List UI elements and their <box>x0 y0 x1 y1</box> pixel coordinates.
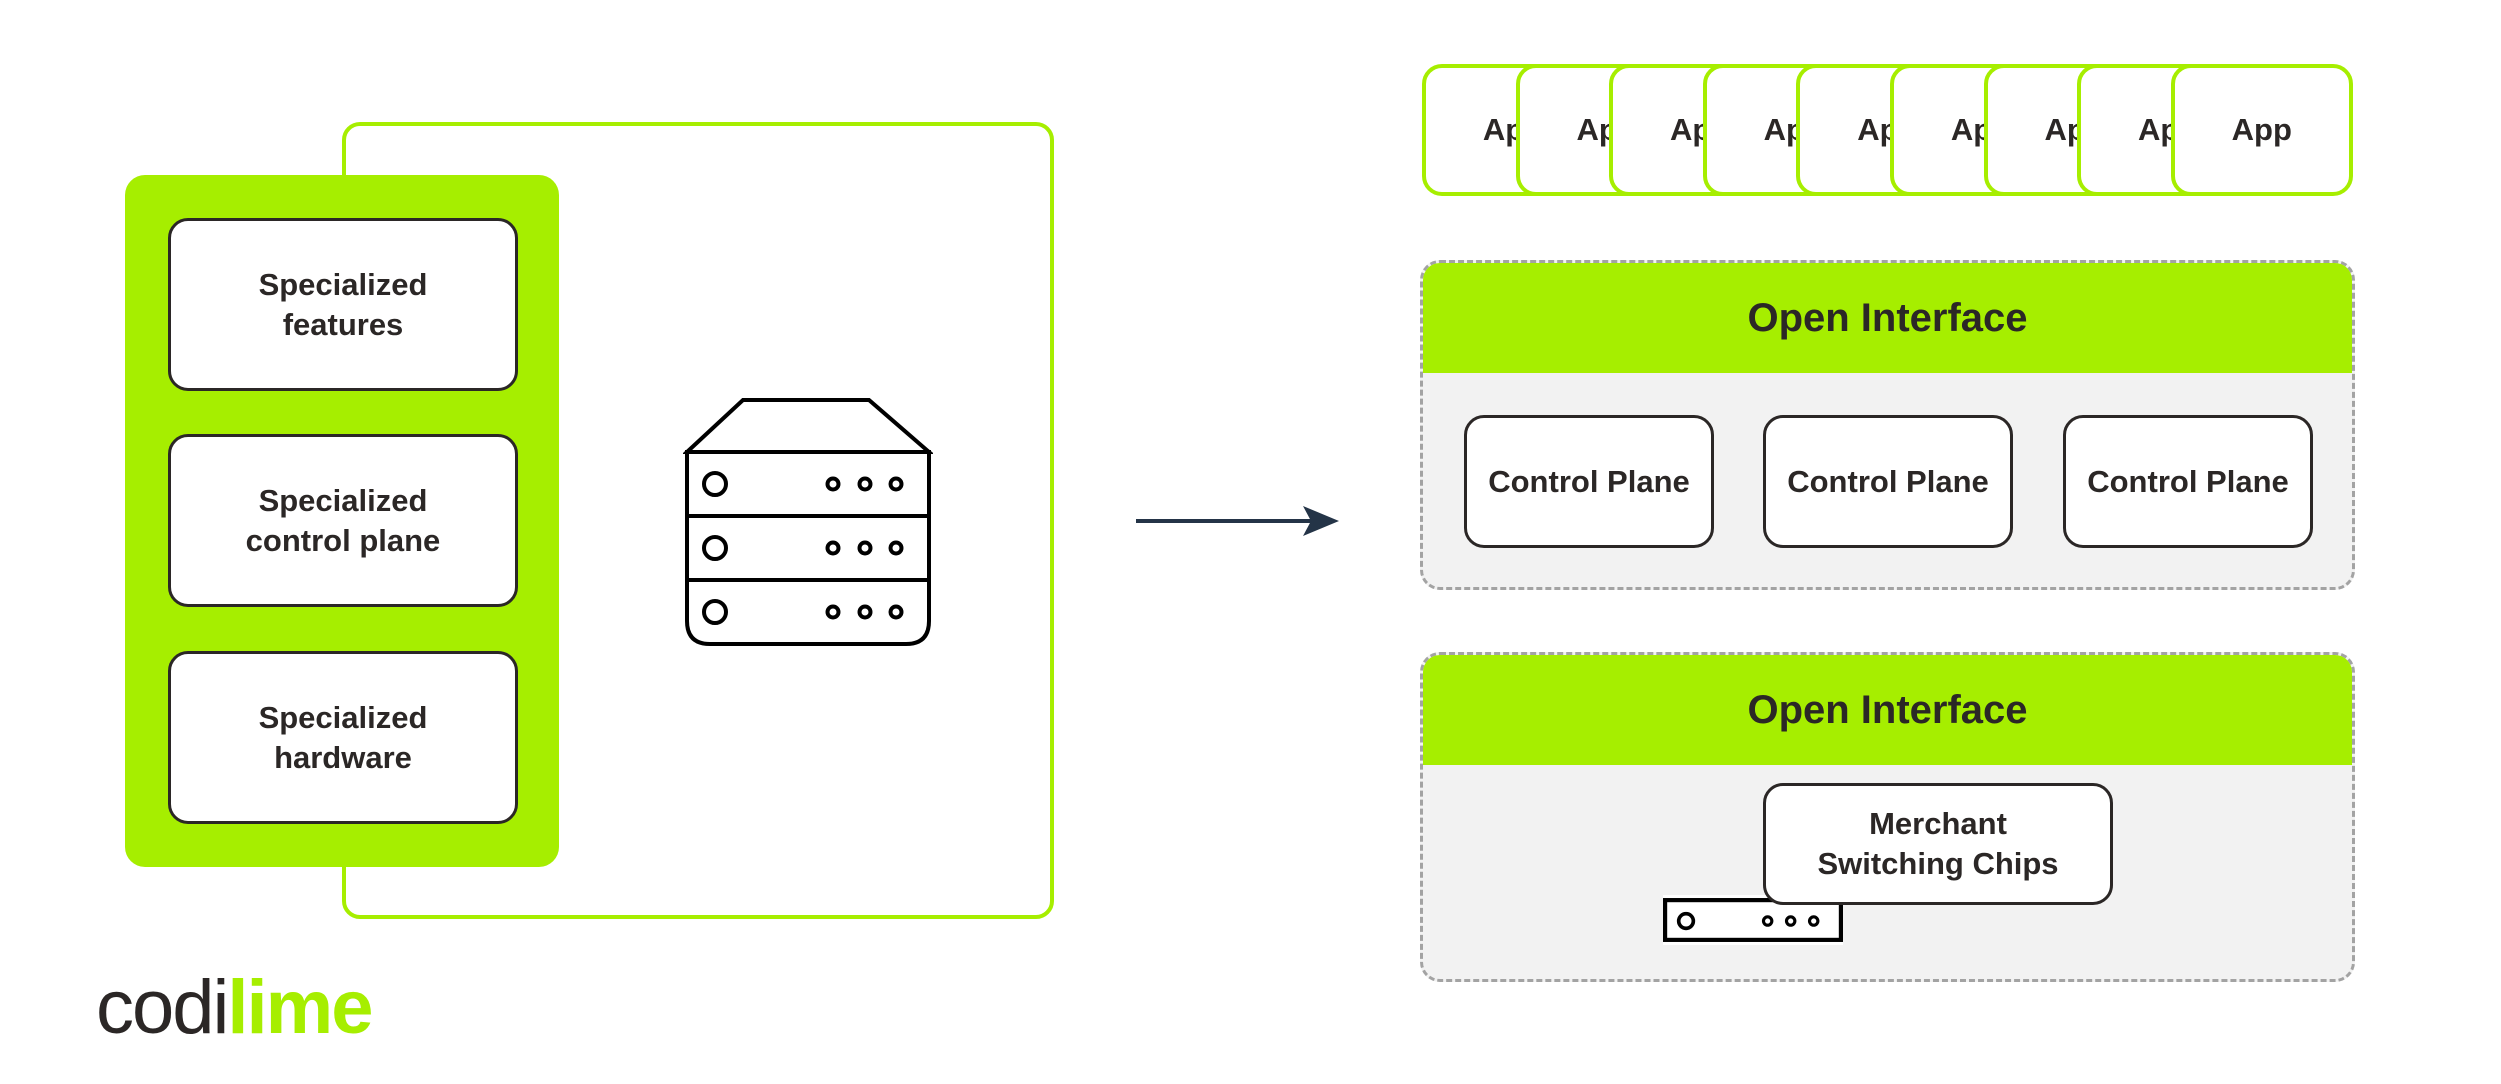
box-line2: hardware <box>274 739 412 775</box>
box-line2: features <box>282 306 404 342</box>
box-line1: Specialized <box>258 699 428 735</box>
control-plane-panel: Open Interface Control Plane Control Pla… <box>1420 260 2355 590</box>
specialized-hardware-box: Specialized hardware <box>168 651 518 824</box>
logo-part2: lime <box>227 965 373 1050</box>
logo-part1: codi <box>96 965 229 1050</box>
specialized-control-plane-box: Specialized control plane <box>168 434 518 607</box>
control-plane-box: Control Plane <box>1464 415 1714 548</box>
open-interface-header: Open Interface <box>1423 655 2352 765</box>
control-plane-box: Control Plane <box>2063 415 2313 548</box>
box-line1: Specialized <box>258 266 428 302</box>
chip-line2: Switching Chips <box>1817 846 2059 881</box>
hardware-panel: Open Interface Merchant Switching Chips <box>1420 652 2355 982</box>
specialized-features-box: Specialized features <box>168 218 518 391</box>
control-plane-box: Control Plane <box>1763 415 2013 548</box>
open-interface-header: Open Interface <box>1423 263 2352 373</box>
app-label: App <box>2231 112 2292 147</box>
arrow-right-icon <box>1136 506 1339 536</box>
server-rack-icon <box>683 398 933 646</box>
chip-line1: Merchant <box>1869 806 2007 841</box>
box-line2: control plane <box>245 522 441 558</box>
merchant-switching-chips-box: Merchant Switching Chips <box>1763 783 2113 905</box>
box-line1: Specialized <box>258 482 428 518</box>
app-card: App <box>2170 64 2353 196</box>
codilime-logo: codilime <box>96 965 374 1050</box>
